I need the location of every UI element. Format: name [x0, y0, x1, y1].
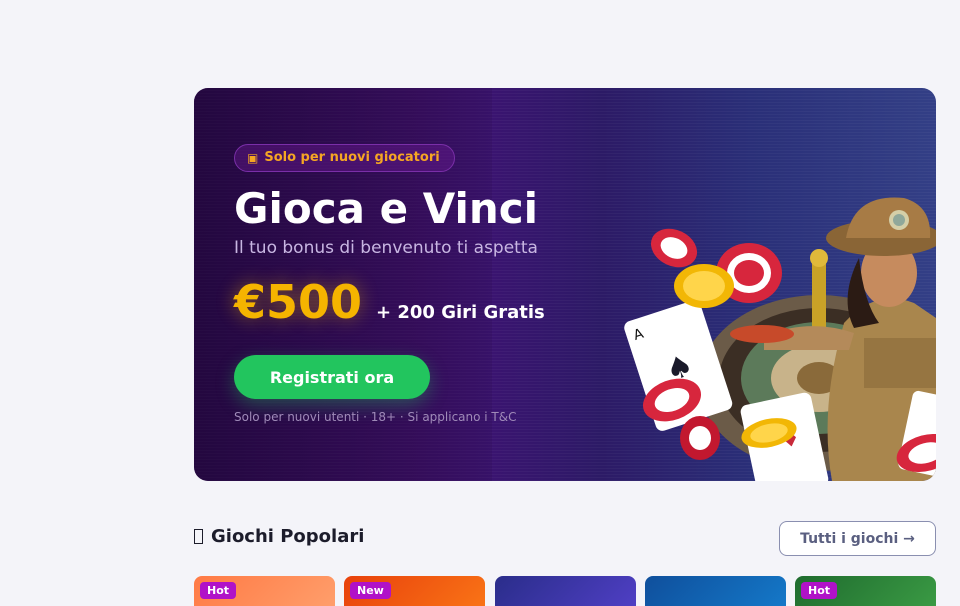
casino-adventurer-illustration: A ♠ ♦ [624, 197, 936, 481]
register-button[interactable]: Registrati ora [234, 355, 430, 399]
bonus-amount: €500 [234, 275, 363, 329]
fire-icon [194, 529, 203, 544]
popular-games-title: Giochi Popolari [211, 526, 365, 547]
terms-disclaimer: Solo per nuovi utenti · 18+ · Si applica… [234, 410, 517, 424]
free-spins-label: + 200 Giri Gratis [376, 302, 545, 323]
popular-games-heading: Giochi Popolari [194, 526, 364, 547]
hero-title: Gioca e Vinci [234, 184, 539, 233]
game-tag-badge: New [350, 582, 391, 599]
hero-banner: ▣ Solo per nuovi giocatori Gioca e Vinci… [194, 88, 936, 481]
game-card[interactable]: Hot [194, 576, 335, 606]
game-card[interactable] [645, 576, 786, 606]
gift-icon: ▣ [247, 151, 259, 165]
new-players-badge: ▣ Solo per nuovi giocatori [234, 144, 455, 172]
all-games-button[interactable]: Tutti i giochi → [779, 521, 936, 556]
game-tag-badge: Hot [801, 582, 838, 599]
game-card[interactable]: Hot [795, 576, 936, 606]
game-card[interactable] [495, 576, 636, 606]
hero-subtitle: Il tuo bonus di benvenuto ti aspetta [234, 238, 538, 258]
badge-label: Solo per nuovi giocatori [264, 150, 440, 165]
game-tag-badge: Hot [200, 582, 237, 599]
game-card[interactable]: New [344, 576, 485, 606]
